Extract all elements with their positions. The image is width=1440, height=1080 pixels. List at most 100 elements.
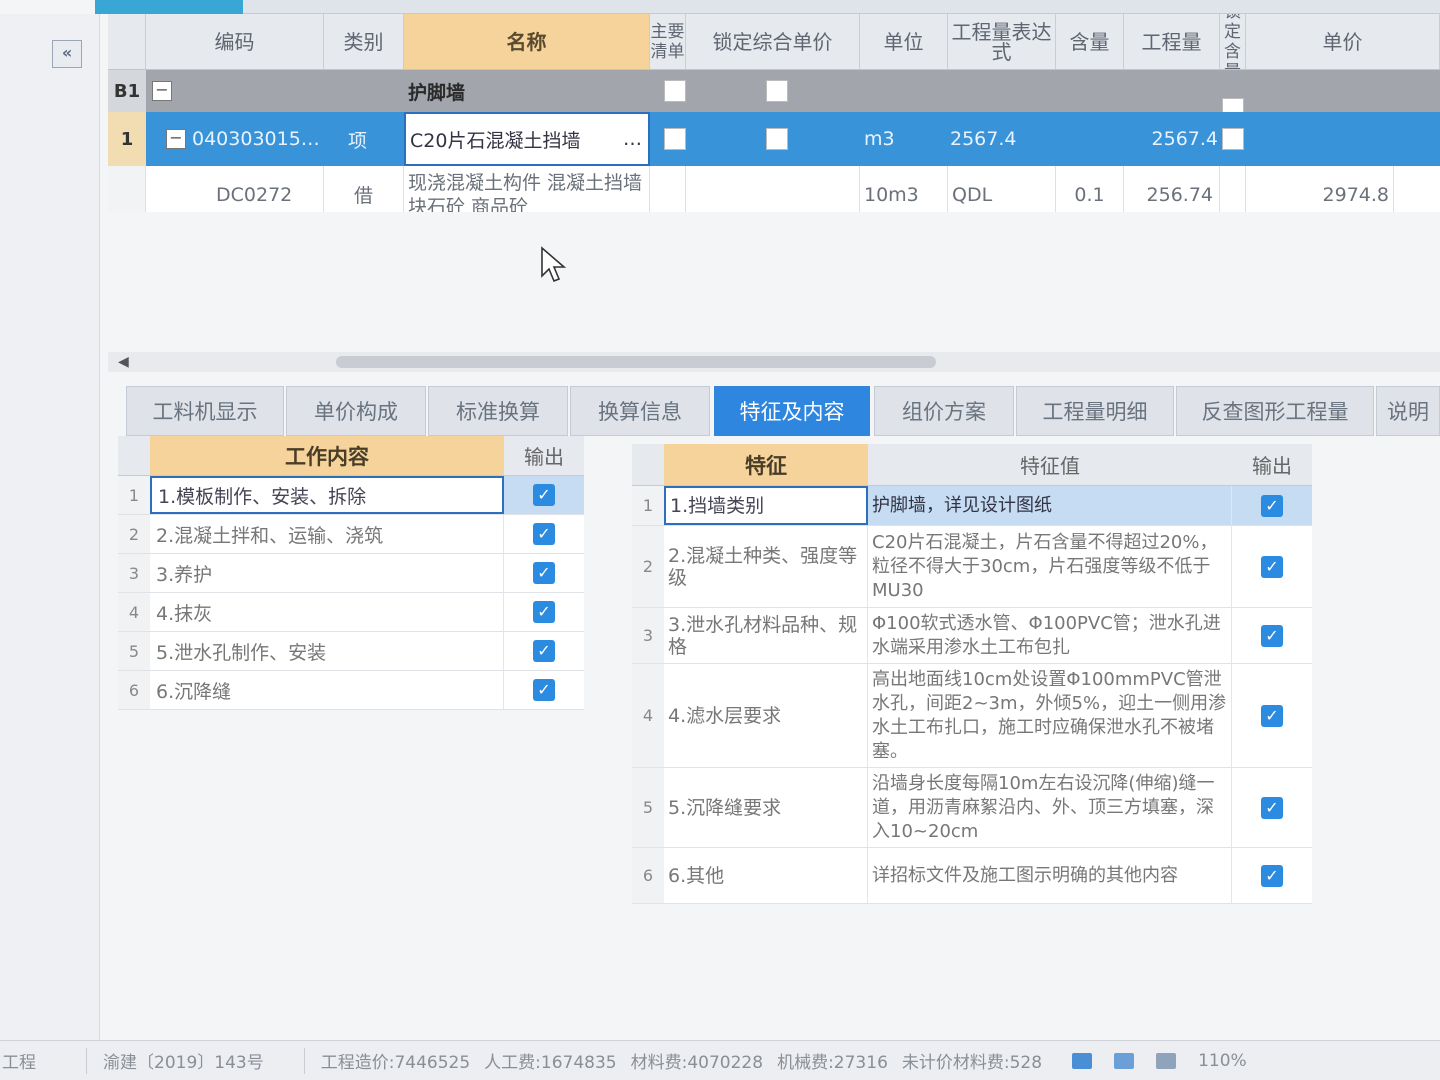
tab-standard-conversion[interactable]: 标准换算 xyxy=(428,386,568,436)
work-item-text[interactable]: 5.泄水孔制作、安装 xyxy=(150,632,504,670)
layout-icon[interactable] xyxy=(1114,1052,1135,1069)
col-type[interactable]: 类别 xyxy=(324,14,404,70)
tab-features-content[interactable]: 特征及内容 xyxy=(714,386,870,436)
table-row[interactable]: 6 6.其他 详招标文件及施工图示明确的其他内容 ✓ xyxy=(632,848,1312,904)
tab-quantity-detail[interactable]: 工程量明细 xyxy=(1016,386,1174,436)
minus-box-icon[interactable]: − xyxy=(152,81,172,101)
checkbox-checked-icon[interactable]: ✓ xyxy=(1261,796,1283,819)
work-item-text[interactable]: 2.混凝土拌和、运输、浇筑 xyxy=(150,515,504,553)
grid-view-icon[interactable] xyxy=(1156,1052,1177,1069)
col-unit-price[interactable]: 单价 xyxy=(1246,14,1440,70)
work-item-text[interactable]: 1.模板制作、安装、拆除 xyxy=(150,476,504,514)
list-item[interactable]: 3 3.养护 ✓ xyxy=(118,554,584,593)
row-number: 2 xyxy=(632,526,664,607)
item-code: 040303015… xyxy=(192,128,320,150)
feature-name[interactable]: 2.混凝土种类、强度等级 xyxy=(664,526,868,607)
checkbox-checked-icon[interactable]: ✓ xyxy=(1261,864,1283,887)
checkbox-checked-icon[interactable]: ✓ xyxy=(533,523,555,545)
item-unit: m3 xyxy=(864,128,895,150)
col-unit[interactable]: 单位 xyxy=(860,14,948,70)
lock-price-checkbox[interactable] xyxy=(766,80,788,102)
work-content-header[interactable]: 工作内容 xyxy=(150,436,504,475)
collapse-left-icon[interactable]: « xyxy=(52,40,82,68)
row-number: 4 xyxy=(632,664,664,767)
main-list-checkbox[interactable] xyxy=(664,80,686,102)
list-item[interactable]: 1 1.模板制作、安装、拆除 ✓ xyxy=(118,476,584,515)
col-content[interactable]: 含量 xyxy=(1056,14,1124,70)
zoom-level[interactable]: 110% xyxy=(1198,1051,1247,1071)
tab-description[interactable]: 说明 xyxy=(1376,386,1440,436)
mouse-cursor-icon xyxy=(541,246,567,283)
top-active-tab[interactable] xyxy=(95,0,243,14)
table-row-1[interactable]: 1 − 040303015… 项 C20片石混凝土挡墙 … m3 2567.4 … xyxy=(108,112,1440,166)
feature-value[interactable]: Φ100软式透水管、Φ100PVC管；泄水孔进水端采用渗水土工布包扎 xyxy=(868,608,1232,663)
table-row[interactable]: 3 3.泄水孔材料品种、规格 Φ100软式透水管、Φ100PVC管；泄水孔进水端… xyxy=(632,608,1312,664)
feature-value[interactable]: 高出地面线10cm处设置Φ100mmPVC管泄水孔，间距2~3m，外倾5%，迎土… xyxy=(868,664,1232,767)
col-main-list[interactable]: 主要清单 xyxy=(650,14,686,70)
checkbox-checked-icon[interactable]: ✓ xyxy=(1261,555,1283,578)
scroll-thumb[interactable] xyxy=(336,356,936,368)
tab-price-composition[interactable]: 单价构成 xyxy=(286,386,426,436)
feature-output-header[interactable]: 输出 xyxy=(1232,444,1312,485)
horizontal-scrollbar[interactable]: ◀ xyxy=(108,352,1440,372)
lock-content-checkbox[interactable] xyxy=(1222,128,1244,150)
feature-value[interactable]: 沿墙身长度每隔10m左右设沉降(伸缩)缝一道，用沥青麻絮沿内、外、顶三方填塞，深… xyxy=(868,768,1232,847)
table-row[interactable]: 4 4.滤水层要求 高出地面线10cm处设置Φ100mmPVC管泄水孔，间距2~… xyxy=(632,664,1312,768)
col-lock-price[interactable]: 锁定综合单价 xyxy=(686,14,860,70)
checkbox-checked-icon[interactable]: ✓ xyxy=(1261,704,1283,727)
status-machine-cost: 机械费:27316 xyxy=(777,1053,888,1073)
feature-name[interactable]: 6.其他 xyxy=(664,848,868,903)
grid-blank-area xyxy=(108,212,1440,352)
list-item[interactable]: 6 6.沉降缝 ✓ xyxy=(118,671,584,710)
table-row[interactable]: 5 5.沉降缝要求 沿墙身长度每隔10m左右设沉降(伸缩)缝一道，用沥青麻絮沿内… xyxy=(632,768,1312,848)
feature-name[interactable]: 3.泄水孔材料品种、规格 xyxy=(664,608,868,663)
view-mode-icon[interactable] xyxy=(1072,1052,1093,1069)
col-lock-content[interactable]: 锁定含量 xyxy=(1220,14,1246,70)
col-name[interactable]: 名称 xyxy=(404,14,650,70)
feature-header[interactable]: 特征 xyxy=(664,444,868,485)
tab-pricing-scheme[interactable]: 组价方案 xyxy=(874,386,1014,436)
work-item-text[interactable]: 3.养护 xyxy=(150,554,504,592)
work-item-text[interactable]: 6.沉降缝 xyxy=(150,671,504,709)
detail-tab-bar: 工料机显示 单价构成 标准换算 换算信息 特征及内容 组价方案 工程量明细 反查… xyxy=(108,386,1440,436)
feature-value[interactable]: C20片石混凝土，片石含量不得超过20%，粒径不得大于30cm，片石强度等级不低… xyxy=(868,526,1232,607)
lock-price-checkbox[interactable] xyxy=(766,128,788,150)
col-quantity[interactable]: 工程量 xyxy=(1124,14,1220,70)
feature-name[interactable]: 1.挡墙类别 xyxy=(664,486,868,525)
work-item-text[interactable]: 4.抹灰 xyxy=(150,593,504,631)
main-list-checkbox[interactable] xyxy=(664,128,686,150)
work-output-header[interactable]: 输出 xyxy=(504,436,584,475)
row-number: 2 xyxy=(118,515,150,553)
feature-name[interactable]: 5.沉降缝要求 xyxy=(664,768,868,847)
feature-value[interactable]: 详招标文件及施工图示明确的其他内容 xyxy=(868,848,1232,903)
table-row-b1[interactable]: B1 − 护脚墙 xyxy=(108,70,1440,120)
checkbox-checked-icon[interactable]: ✓ xyxy=(533,601,555,623)
item-name-more[interactable]: … xyxy=(623,128,648,150)
list-item[interactable]: 2 2.混凝土拌和、运输、浇筑 ✓ xyxy=(118,515,584,554)
status-bar: 工程 渝建〔2019〕143号 工程造价:7446525 人工费:1674835… xyxy=(0,1040,1440,1080)
table-row[interactable]: 2 2.混凝土种类、强度等级 C20片石混凝土，片石含量不得超过20%，粒径不得… xyxy=(632,526,1312,608)
feature-name[interactable]: 4.滤水层要求 xyxy=(664,664,868,767)
minus-box-icon[interactable]: − xyxy=(166,129,186,149)
tab-reverse-lookup[interactable]: 反查图形工程量 xyxy=(1176,386,1374,436)
checkbox-checked-icon[interactable]: ✓ xyxy=(533,640,555,662)
item-expr[interactable]: 2567.4 xyxy=(950,112,1050,166)
status-total-cost: 工程造价:7446525 xyxy=(320,1053,471,1073)
col-expr[interactable]: 工程量表达式 xyxy=(948,14,1056,70)
item-type: 项 xyxy=(348,129,368,152)
checkbox-checked-icon[interactable]: ✓ xyxy=(533,484,555,506)
list-item[interactable]: 4 4.抹灰 ✓ xyxy=(118,593,584,632)
checkbox-checked-icon[interactable]: ✓ xyxy=(533,562,555,584)
tab-conversion-info[interactable]: 换算信息 xyxy=(570,386,710,436)
scroll-left-icon[interactable]: ◀ xyxy=(118,354,129,370)
checkbox-checked-icon[interactable]: ✓ xyxy=(1261,494,1283,517)
tab-labor-material[interactable]: 工料机显示 xyxy=(126,386,284,436)
feature-value-header[interactable]: 特征值 xyxy=(868,444,1232,485)
checkbox-checked-icon[interactable]: ✓ xyxy=(533,679,555,701)
table-row[interactable]: 1 1.挡墙类别 护脚墙，详见设计图纸 ✓ xyxy=(632,486,1312,526)
item-name-cell[interactable]: C20片石混凝土挡墙 … xyxy=(404,112,650,166)
list-item[interactable]: 5 5.泄水孔制作、安装 ✓ xyxy=(118,632,584,671)
checkbox-checked-icon[interactable]: ✓ xyxy=(1261,624,1283,647)
feature-value[interactable]: 护脚墙，详见设计图纸 xyxy=(868,486,1232,525)
col-code[interactable]: 编码 xyxy=(146,14,324,70)
